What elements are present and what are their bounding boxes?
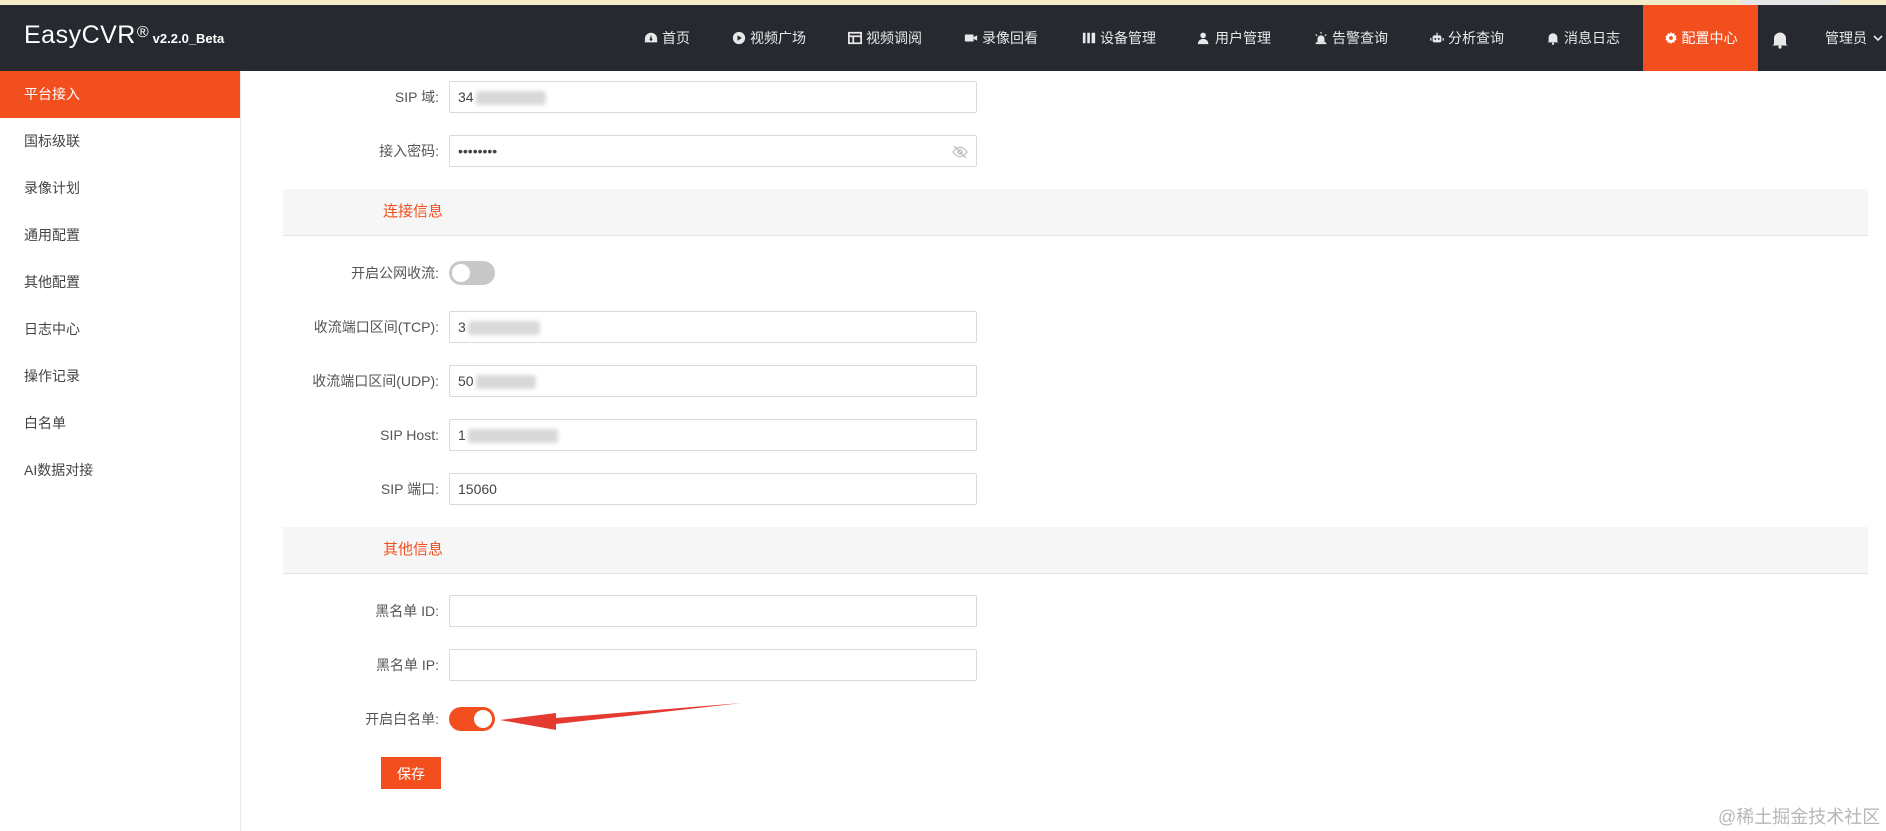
toggle-knob — [474, 710, 492, 728]
nav-item-user-management[interactable]: 用户管理 — [1197, 5, 1271, 71]
alarm-light-icon — [1314, 31, 1328, 45]
chevron-down-icon — [1873, 35, 1883, 42]
eye-off-icon[interactable] — [952, 144, 968, 160]
robot-icon — [1430, 31, 1444, 45]
nav-item-video-view[interactable]: 视频调阅 — [848, 5, 922, 71]
sip-domain-input[interactable]: 34 — [449, 81, 977, 113]
whitelist-label: 开启白名单: — [365, 711, 439, 727]
blacklist-id-input[interactable] — [449, 595, 977, 627]
nav-item-video-square[interactable]: 视频广场 — [732, 5, 806, 71]
notification-bell-icon[interactable] — [1770, 29, 1790, 49]
sidebar: 平台接入 国标级联 录像计划 通用配置 其他配置 日志中心 操作记录 白名单 A… — [0, 71, 241, 831]
play-circle-icon — [732, 31, 746, 45]
sip-host-label: SIP Host: — [380, 427, 439, 443]
app-name: EasyCVR — [24, 21, 136, 49]
bell-icon — [1546, 31, 1560, 45]
redacted-mark — [467, 429, 558, 444]
public-stream-toggle[interactable] — [449, 261, 495, 285]
blacklist-ip-input[interactable] — [449, 649, 977, 681]
nav-label: 消息日志 — [1564, 30, 1620, 46]
nav-item-playback[interactable]: 录像回看 — [964, 5, 1038, 71]
nav-label: 设备管理 — [1100, 30, 1156, 46]
sidebar-item-platform-access[interactable]: 平台接入 — [0, 71, 240, 118]
gear-icon — [1664, 31, 1678, 45]
blacklist-ip-label: 黑名单 IP: — [375, 657, 439, 673]
user-menu[interactable]: 管理员 — [1825, 5, 1883, 71]
public-stream-label: 开启公网收流: — [351, 265, 439, 281]
sidebar-item-general-config[interactable]: 通用配置 — [0, 212, 240, 259]
sip-domain-value: 34 — [458, 89, 474, 105]
whitelist-toggle[interactable] — [449, 707, 495, 731]
tcp-range-value: 3 — [458, 319, 466, 335]
section-other-info: 其他信息 — [283, 527, 1868, 574]
nav-label: 首页 — [662, 30, 690, 46]
nav-label: 分析查询 — [1448, 30, 1504, 46]
nav-label: 视频调阅 — [866, 30, 922, 46]
sidebar-item-recording-plan[interactable]: 录像计划 — [0, 165, 240, 212]
blacklist-id-label: 黑名单 ID: — [375, 603, 439, 619]
nav-item-home[interactable]: 首页 — [644, 5, 690, 71]
user-name: 管理员 — [1825, 30, 1867, 46]
nav-item-config-center[interactable]: 配置中心 — [1643, 5, 1758, 71]
access-password-value: •••••••• — [458, 143, 498, 159]
sidebar-item-ai-data[interactable]: AI数据对接 — [0, 447, 240, 494]
udp-range-value: 50 — [458, 373, 474, 389]
grid-layout-icon — [848, 31, 862, 45]
sip-port-label: SIP 端口: — [380, 481, 439, 497]
udp-range-input[interactable]: 50 — [449, 365, 977, 397]
tcp-range-input[interactable]: 3 — [449, 311, 977, 343]
top-navbar: EasyCVR® v2.2.0_Beta 首页 视频广场 视频调阅 录像回看 设备… — [0, 5, 1886, 71]
sip-domain-label: SIP 域: — [394, 89, 439, 105]
sidebar-item-gb-cascade[interactable]: 国标级联 — [0, 118, 240, 165]
section-title: 其他信息 — [383, 541, 444, 558]
device-columns-icon — [1082, 31, 1096, 45]
nav-item-alarm-query[interactable]: 告警查询 — [1314, 5, 1388, 71]
redacted-mark — [467, 321, 540, 336]
nav-label: 视频广场 — [750, 30, 806, 46]
redacted-mark — [475, 91, 546, 106]
nav-label: 录像回看 — [982, 30, 1038, 46]
sip-host-input[interactable]: 1 — [449, 419, 977, 451]
section-connection-info: 连接信息 — [283, 189, 1868, 236]
redacted-mark — [475, 375, 536, 390]
save-button[interactable]: 保存 — [381, 757, 441, 789]
nav-label: 告警查询 — [1332, 30, 1388, 46]
sidebar-item-other-config[interactable]: 其他配置 — [0, 259, 240, 306]
section-title: 连接信息 — [383, 203, 444, 220]
nav-label: 用户管理 — [1215, 30, 1271, 46]
nav-item-device-management[interactable]: 设备管理 — [1082, 5, 1156, 71]
watermark: @稀土掘金技术社区 — [1718, 807, 1881, 827]
sidebar-item-operation-records[interactable]: 操作记录 — [0, 353, 240, 400]
access-password-label: 接入密码: — [379, 143, 439, 159]
app-logo[interactable]: EasyCVR® v2.2.0_Beta — [24, 21, 224, 50]
sip-port-input[interactable]: 15060 — [449, 473, 977, 505]
config-form: SIP 域: 34 接入密码: •••••••• 连接信息 开启公网收流: 收流… — [241, 71, 1886, 831]
nav-item-message-log[interactable]: 消息日志 — [1546, 5, 1620, 71]
nav-item-analysis-query[interactable]: 分析查询 — [1430, 5, 1504, 71]
app-version: v2.2.0_Beta — [152, 31, 225, 46]
udp-range-label: 收流端口区间(UDP): — [312, 373, 439, 389]
tcp-range-label: 收流端口区间(TCP): — [313, 319, 439, 335]
registered-mark: ® — [136, 23, 149, 41]
video-camera-icon — [964, 31, 978, 45]
user-icon — [1197, 31, 1211, 45]
sidebar-item-whitelist[interactable]: 白名单 — [0, 400, 240, 447]
toggle-knob — [452, 264, 470, 282]
dashboard-icon — [644, 31, 658, 45]
nav-label: 配置中心 — [1681, 30, 1738, 46]
access-password-input[interactable]: •••••••• — [449, 135, 977, 167]
sip-host-value: 1 — [458, 427, 466, 443]
sidebar-item-log-center[interactable]: 日志中心 — [0, 306, 240, 353]
